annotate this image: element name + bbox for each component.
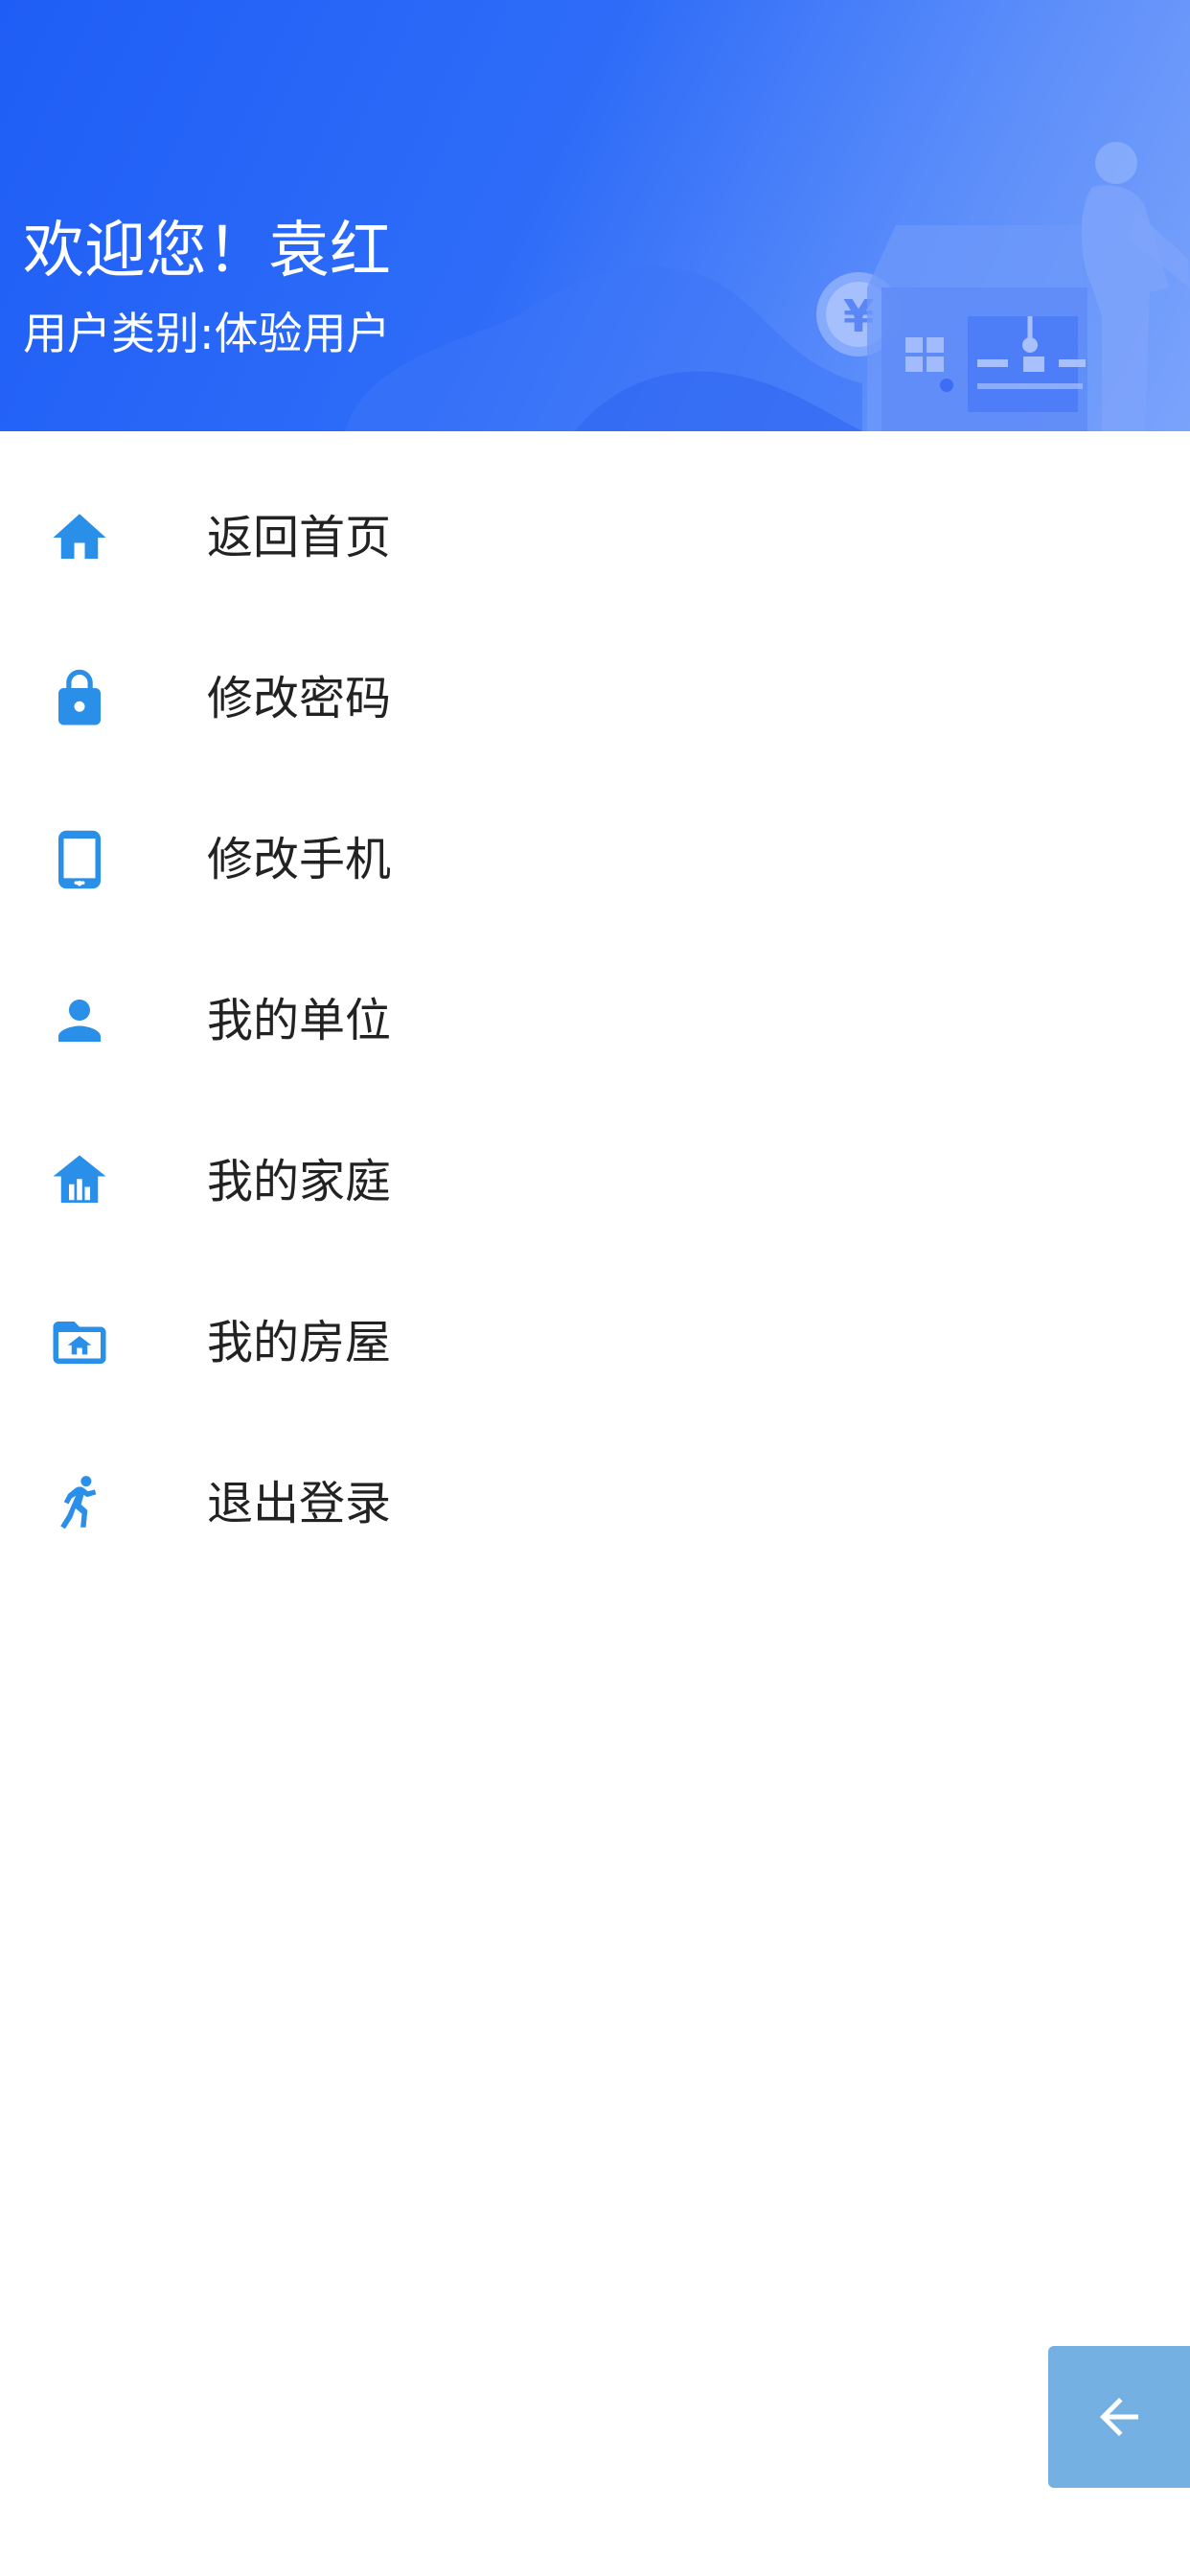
menu-item-change-password[interactable]: 修改密码 — [0, 615, 1190, 776]
tablet-icon — [48, 828, 111, 891]
home-icon — [48, 506, 111, 569]
menu-item-change-phone[interactable]: 修改手机 — [0, 776, 1190, 937]
menu-item-my-house[interactable]: 我的房屋 — [0, 1259, 1190, 1420]
menu-item-label: 修改手机 — [207, 833, 392, 886]
menu-item-label: 我的家庭 — [207, 1155, 392, 1208]
profile-header: ¥ 欢迎您！袁红 用户类别:体验用户 — [0, 0, 1190, 431]
menu-item-my-unit[interactable]: 我的单位 — [0, 937, 1190, 1098]
menu-item-my-family[interactable]: 我的家庭 — [0, 1098, 1190, 1259]
person-icon — [48, 989, 111, 1052]
bank-icon — [48, 1150, 111, 1213]
user-type-text: 用户类别:体验用户 — [23, 308, 391, 359]
menu-item-label: 返回首页 — [207, 511, 392, 564]
runner-icon — [48, 1472, 111, 1535]
menu-item-logout[interactable]: 退出登录 — [0, 1420, 1190, 1581]
menu-item-label: 我的房屋 — [207, 1316, 392, 1369]
side-menu: 返回首页 修改密码 修改手机 我的单位 我的家庭 我的房屋 退出登录 — [0, 454, 1190, 1581]
menu-item-label: 退出登录 — [207, 1477, 392, 1530]
arrow-left-icon — [1100, 2398, 1138, 2436]
folder-home-icon — [48, 1311, 111, 1374]
lock-icon — [48, 667, 111, 730]
back-button[interactable] — [1048, 2346, 1190, 2488]
welcome-text: 欢迎您！袁红 — [23, 216, 391, 287]
menu-item-home[interactable]: 返回首页 — [0, 454, 1190, 615]
menu-item-label: 我的单位 — [207, 994, 392, 1047]
menu-item-label: 修改密码 — [207, 672, 392, 725]
